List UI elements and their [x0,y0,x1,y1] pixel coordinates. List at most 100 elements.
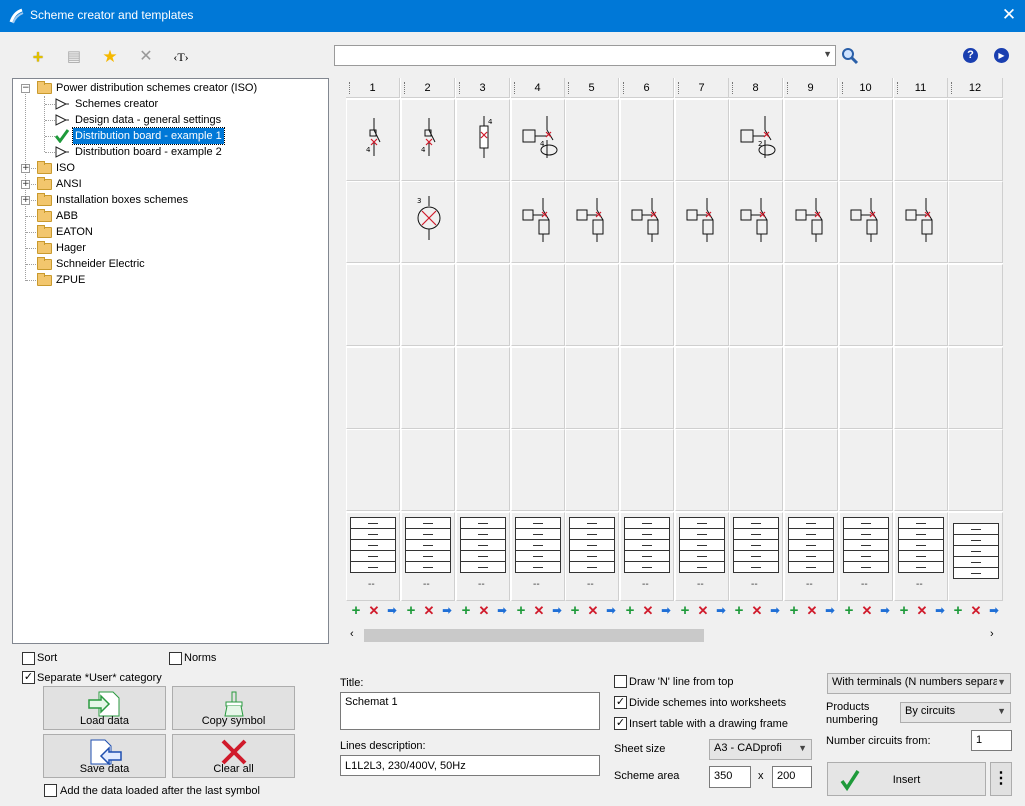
horizontal-scrollbar[interactable]: ‹ › [346,627,1003,644]
column-header[interactable]: 11 [894,78,948,98]
scheme-cell[interactable] [565,347,619,429]
add-column-icon[interactable]: + [623,603,637,619]
scheme-cell[interactable] [511,429,565,511]
scheme-cell[interactable]: 4 [511,99,565,181]
save-data-button[interactable]: Save data [43,734,166,778]
move-right-icon[interactable]: ➡ [659,603,673,619]
add-column-icon[interactable]: + [732,603,746,619]
delete-column-icon[interactable]: ✕ [641,603,655,619]
scheme-cell[interactable] [839,347,893,429]
scheme-cell[interactable]: -- [401,512,455,601]
scheme-cell[interactable]: -- [675,512,729,601]
scheme-cell[interactable] [620,429,674,511]
scroll-left-icon[interactable]: ‹ [350,628,354,640]
scheme-cell[interactable] [894,429,948,511]
column-header[interactable]: 9 [784,78,838,98]
scheme-cell[interactable] [948,264,1003,346]
sort-checkbox[interactable] [22,652,35,665]
column-header[interactable]: 7 [675,78,729,98]
column-header[interactable]: 5 [565,78,619,98]
drag-handle-icon[interactable] [897,82,900,94]
scheme-cell[interactable]: 4 [456,99,510,181]
scheme-cell[interactable] [784,264,838,346]
scrollbar-thumb[interactable] [364,629,704,642]
add-after-last-checkbox[interactable] [44,784,57,797]
properties-icon[interactable]: ▤ [63,46,85,68]
search-icon[interactable] [841,47,859,65]
scheme-area-height[interactable]: 200 [772,766,812,788]
divide-checkbox[interactable]: ✓ [614,696,627,709]
move-right-icon[interactable]: ➡ [495,603,509,619]
add-column-icon[interactable]: + [514,603,528,619]
more-options-button[interactable]: ⋮ [990,762,1012,796]
column-header[interactable]: 6 [620,78,674,98]
title-field[interactable]: Schemat 1 [340,692,600,730]
scheme-cell[interactable] [729,429,783,511]
scheme-cell[interactable] [675,264,729,346]
scheme-cell[interactable] [511,181,565,263]
scheme-cell[interactable] [839,429,893,511]
move-right-icon[interactable]: ➡ [987,603,1001,619]
move-right-icon[interactable]: ➡ [440,603,454,619]
scheme-cell[interactable]: -- [511,512,565,601]
scheme-cell[interactable] [839,264,893,346]
scheme-cell[interactable] [346,429,400,511]
scheme-cell[interactable] [784,347,838,429]
column-header[interactable]: 12 [948,78,1003,98]
delete-column-icon[interactable]: ✕ [696,603,710,619]
scheme-cell[interactable] [948,429,1003,511]
scheme-cell[interactable] [456,264,510,346]
drag-handle-icon[interactable] [568,82,571,94]
delete-column-icon[interactable]: ✕ [586,603,600,619]
scheme-cell[interactable] [729,347,783,429]
scheme-cell[interactable]: -- [784,512,838,601]
scheme-cell[interactable]: -- [346,512,400,601]
text-icon[interactable]: ‹T› [170,46,192,68]
column-header[interactable]: 3 [456,78,510,98]
next-icon[interactable]: ▶ [994,48,1009,63]
drag-handle-icon[interactable] [349,82,352,94]
scheme-cell[interactable] [456,429,510,511]
scheme-cell[interactable]: 4 [401,99,455,181]
tree-node[interactable]: − Power distribution schemes creator (ISO… [13,80,328,96]
insert-button[interactable]: Insert [827,762,986,796]
favorite-star-icon[interactable]: ★ [99,46,121,68]
scheme-cell[interactable] [729,264,783,346]
scheme-cell[interactable] [620,264,674,346]
move-right-icon[interactable]: ➡ [550,603,564,619]
tree-node[interactable]: EATON [13,224,328,240]
tree-node[interactable]: + ISO [13,160,328,176]
drag-handle-icon[interactable] [678,82,681,94]
delete-column-icon[interactable]: ✕ [422,603,436,619]
scheme-cell[interactable]: -- [565,512,619,601]
scheme-cell[interactable] [346,347,400,429]
separate-user-checkbox[interactable]: ✓ [22,671,35,684]
scheme-cell[interactable] [511,347,565,429]
move-right-icon[interactable]: ➡ [714,603,728,619]
delete-column-icon[interactable]: ✕ [477,603,491,619]
scheme-cell[interactable] [894,347,948,429]
column-header[interactable]: 8 [729,78,783,98]
scheme-cell[interactable] [729,181,783,263]
drag-handle-icon[interactable] [732,82,735,94]
move-right-icon[interactable]: ➡ [823,603,837,619]
insert-table-checkbox[interactable]: ✓ [614,717,627,730]
search-combo[interactable]: ▼ [334,45,836,66]
tree-node[interactable]: Schemes creator [13,96,328,112]
scheme-cell[interactable] [675,99,729,181]
scheme-cell[interactable] [620,347,674,429]
scheme-cell[interactable] [565,264,619,346]
scheme-cell[interactable] [565,99,619,181]
tree-node[interactable]: Distribution board - example 1 [13,127,328,145]
scheme-cell[interactable]: -- [894,512,948,601]
scheme-cell[interactable] [894,264,948,346]
scheme-grid[interactable]: 1 4 -- 2 4 3 -- 3 4 -- 4 4 -- 5 -- 6 -- 7 -- 8 2 -- 9 -- 10 -- 11 -… [346,78,1003,601]
scheme-cell[interactable] [894,181,948,263]
scheme-cell[interactable]: 3 [401,181,455,263]
scheme-cell[interactable] [839,181,893,263]
lines-description-field[interactable]: L1L2L3, 230/400V, 50Hz [340,755,600,776]
scheme-cell[interactable] [511,264,565,346]
scheme-cell[interactable] [784,181,838,263]
move-right-icon[interactable]: ➡ [768,603,782,619]
scheme-cell[interactable]: -- [839,512,893,601]
